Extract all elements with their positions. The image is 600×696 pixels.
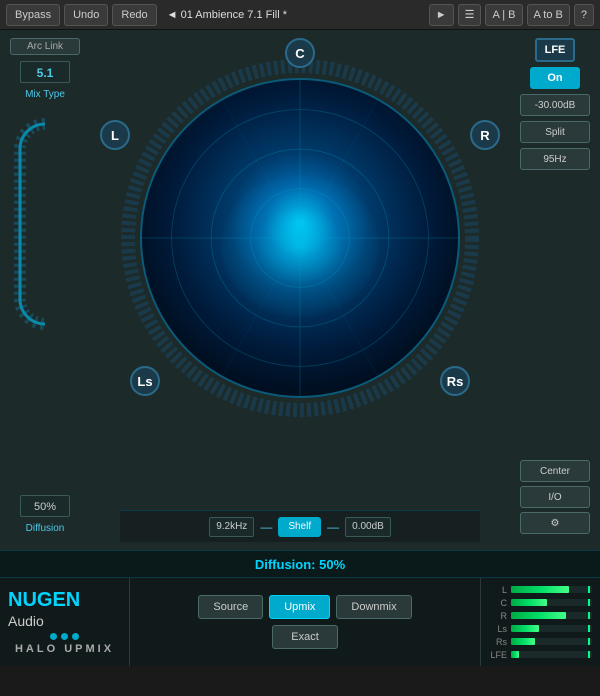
center-area: C L R bbox=[90, 30, 510, 550]
status-bar: Diffusion: 50% bbox=[0, 550, 600, 578]
meter-fill-r bbox=[511, 612, 566, 619]
meter-peak-c bbox=[588, 599, 590, 606]
meter-track-l bbox=[511, 586, 592, 593]
bypass-button[interactable]: Bypass bbox=[6, 4, 60, 26]
eq-arrow-right: — bbox=[327, 520, 339, 534]
eq-gain-box[interactable]: 0.00dB bbox=[345, 517, 391, 537]
hz-button[interactable]: 95Hz bbox=[520, 148, 590, 170]
center-button[interactable]: Center bbox=[520, 460, 590, 482]
meter-track-r bbox=[511, 612, 592, 619]
lfe-db-display[interactable]: -30.00dB bbox=[520, 94, 590, 116]
meter-fill-lfe bbox=[511, 651, 519, 658]
meter-label-r: R bbox=[489, 611, 507, 621]
right-panel: LFE On -30.00dB Split 95Hz Center I/O ⚙ bbox=[510, 30, 600, 550]
source-button[interactable]: Source bbox=[198, 595, 263, 619]
logo-nu: NU bbox=[8, 589, 37, 611]
meter-peak-ls bbox=[588, 625, 590, 632]
logo-gen: GEN bbox=[37, 589, 80, 611]
sphere-container[interactable] bbox=[120, 58, 480, 418]
meter-peak-l bbox=[588, 586, 590, 593]
meter-row-l: L bbox=[489, 585, 592, 595]
channel-l-button[interactable]: L bbox=[100, 120, 130, 150]
meters-area: LCR Ls Rs LFE bbox=[480, 578, 600, 666]
logo-audio: Audio bbox=[8, 613, 44, 629]
meter-label-lfe: LFE bbox=[489, 650, 507, 660]
help-button[interactable]: ? bbox=[574, 4, 594, 26]
logo-product: HALO UPMIX bbox=[15, 643, 114, 655]
ab-button[interactable]: A | B bbox=[485, 4, 522, 26]
meter-row-c: C bbox=[489, 598, 592, 608]
meter-track-lfe bbox=[511, 651, 592, 658]
eq-bar: 9.2kHz — Shelf — 0.00dB bbox=[120, 510, 480, 542]
logo-area: NUGEN Audio HALO UPMIX bbox=[0, 578, 130, 666]
meter-row-rs: Rs bbox=[489, 637, 592, 647]
eq-freq-box[interactable]: 9.2kHz bbox=[209, 517, 254, 537]
channel-c-button[interactable]: C bbox=[285, 38, 315, 68]
channel-ls-button[interactable]: Ls bbox=[130, 366, 160, 396]
play-button[interactable]: ► bbox=[429, 4, 454, 26]
lfe-on-button[interactable]: On bbox=[530, 67, 580, 89]
main-sphere bbox=[140, 78, 460, 398]
split-button[interactable]: Split bbox=[520, 121, 590, 143]
redo-button[interactable]: Redo bbox=[112, 4, 156, 26]
atob-button[interactable]: A to B bbox=[527, 4, 570, 26]
meter-row-lfe: LFE bbox=[489, 650, 592, 660]
meter-fill-l bbox=[511, 586, 569, 593]
undo-button[interactable]: Undo bbox=[64, 4, 108, 26]
list-button[interactable]: ☰ bbox=[458, 4, 482, 26]
channel-r-button[interactable]: R bbox=[470, 120, 500, 150]
eq-arrow-left: — bbox=[260, 520, 272, 534]
meter-peak-r bbox=[588, 612, 590, 619]
left-panel: Arc Link 5.1 Mix Type 50% Diffusion bbox=[0, 30, 90, 550]
meter-track-rs bbox=[511, 638, 592, 645]
arc-visual bbox=[10, 114, 80, 334]
status-text: Diffusion: 50% bbox=[255, 557, 345, 572]
meter-fill-c bbox=[511, 599, 547, 606]
buttons-area: Source Upmix Downmix Exact bbox=[130, 578, 480, 666]
diffusion-label: Diffusion bbox=[26, 523, 65, 534]
io-button[interactable]: I/O bbox=[520, 486, 590, 508]
meter-row-r: R bbox=[489, 611, 592, 621]
diffusion-value[interactable]: 50% bbox=[20, 495, 70, 517]
main-area: Arc Link 5.1 Mix Type 50% Diffusion C L … bbox=[0, 30, 600, 550]
meter-label-rs: Rs bbox=[489, 637, 507, 647]
arc-link-button[interactable]: Arc Link bbox=[10, 38, 80, 55]
logo-dot-2 bbox=[61, 633, 68, 640]
lfe-label: LFE bbox=[535, 38, 575, 62]
logo-nugen: NUGEN Audio bbox=[8, 590, 121, 630]
channel-rs-button[interactable]: Rs bbox=[440, 366, 470, 396]
eq-shelf-button[interactable]: Shelf bbox=[278, 517, 321, 537]
meter-label-c: C bbox=[489, 598, 507, 608]
meter-peak-rs bbox=[588, 638, 590, 645]
bottom-right-buttons: Center I/O ⚙ bbox=[514, 460, 596, 534]
mode-buttons-row: Source Upmix Downmix bbox=[198, 595, 411, 619]
top-bar: Bypass Undo Redo ◄ 01 Ambience 7.1 Fill … bbox=[0, 0, 600, 30]
logo-dot-3 bbox=[72, 633, 79, 640]
exact-button[interactable]: Exact bbox=[272, 625, 338, 649]
logo-dots bbox=[50, 633, 79, 640]
meter-fill-ls bbox=[511, 625, 539, 632]
logo-dot-1 bbox=[50, 633, 57, 640]
meter-label-l: L bbox=[489, 585, 507, 595]
track-name: ◄ 01 Ambience 7.1 Fill * bbox=[167, 9, 287, 21]
gear-button[interactable]: ⚙ bbox=[520, 512, 590, 534]
upmix-button[interactable]: Upmix bbox=[269, 595, 330, 619]
bottom-bar: NUGEN Audio HALO UPMIX Source Upmix Down… bbox=[0, 578, 600, 666]
meter-row-ls: Ls bbox=[489, 624, 592, 634]
meter-track-c bbox=[511, 599, 592, 606]
meter-peak-lfe bbox=[588, 651, 590, 658]
exact-button-row: Exact bbox=[272, 625, 338, 649]
meter-label-ls: Ls bbox=[489, 624, 507, 634]
mix-type-value[interactable]: 5.1 bbox=[20, 61, 70, 83]
meter-fill-rs bbox=[511, 638, 535, 645]
mix-type-label: Mix Type bbox=[25, 89, 65, 100]
downmix-button[interactable]: Downmix bbox=[336, 595, 411, 619]
sphere-grid bbox=[142, 80, 458, 396]
meter-track-ls bbox=[511, 625, 592, 632]
